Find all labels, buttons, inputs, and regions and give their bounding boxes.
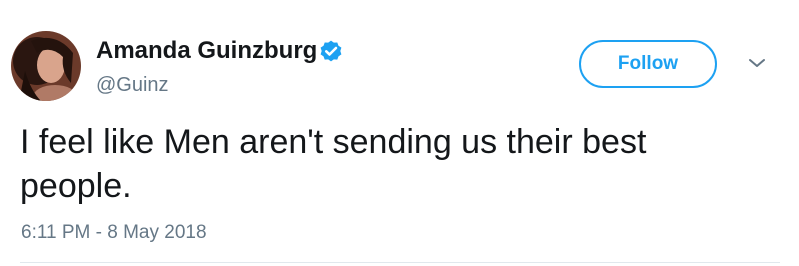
tweet-text: I feel like Men aren't sending us their … xyxy=(20,123,647,205)
author-handle[interactable]: @Guinz xyxy=(96,73,169,97)
author-display-name[interactable]: Amanda Guinzburg xyxy=(96,36,317,66)
tweet-timestamp[interactable]: 6:11 PM - 8 May 2018 xyxy=(21,221,207,245)
verified-badge-icon xyxy=(320,40,342,62)
follow-button[interactable]: Follow xyxy=(579,40,717,88)
divider xyxy=(20,262,780,263)
chevron-down-icon[interactable] xyxy=(746,55,768,71)
avatar[interactable] xyxy=(11,31,81,101)
avatar-image xyxy=(11,31,81,101)
